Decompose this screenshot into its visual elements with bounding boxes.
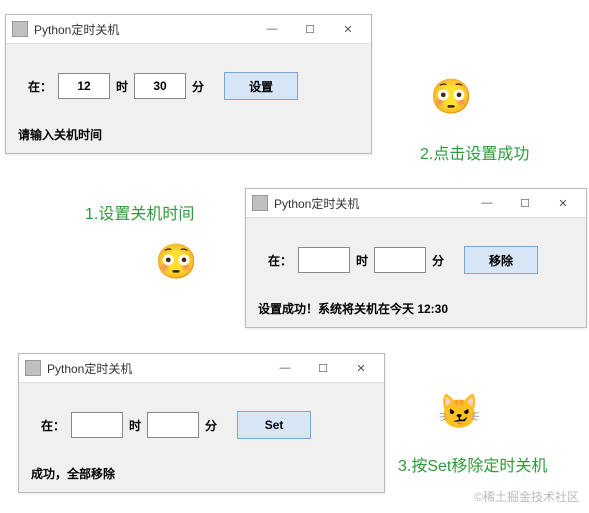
- app-icon: [25, 360, 41, 376]
- label-minute: 分: [192, 78, 204, 95]
- window-title: Python定时关机: [274, 195, 468, 212]
- label-minute: 分: [432, 252, 444, 269]
- minimize-button[interactable]: —: [253, 18, 291, 40]
- minute-input[interactable]: [147, 412, 199, 438]
- window-controls: — ☐ ✕: [266, 357, 380, 379]
- maximize-button[interactable]: ☐: [291, 18, 329, 40]
- window-controls: — ☐ ✕: [253, 18, 367, 40]
- label-minute: 分: [205, 417, 217, 434]
- hour-input[interactable]: [58, 73, 110, 99]
- time-form-row: 在： 时 分 设置: [28, 72, 355, 100]
- hour-input[interactable]: [298, 247, 350, 273]
- window-2: Python定时关机 — ☐ ✕ 在： 时 分 移除 设置成功！系统将关机在今天…: [245, 188, 587, 328]
- close-button[interactable]: ✕: [544, 192, 582, 214]
- window-body: 在： 时 分 设置 请输入关机时间: [6, 44, 371, 153]
- app-icon: [12, 21, 28, 37]
- window-1: Python定时关机 — ☐ ✕ 在： 时 分 设置 请输入关机时间: [5, 14, 372, 154]
- label-hour: 时: [129, 417, 141, 434]
- caption-3: 3.按Set移除定时关机: [398, 452, 547, 476]
- minimize-button[interactable]: —: [468, 192, 506, 214]
- time-form-row: 在： 时 分 Set: [41, 411, 368, 439]
- close-button[interactable]: ✕: [329, 18, 367, 40]
- watermark: ©稀土掘金技术社区: [474, 488, 579, 505]
- caption-1: 1.设置关机时间: [85, 200, 194, 224]
- maximize-button[interactable]: ☐: [304, 357, 342, 379]
- reaction-emoji-2: 😳: [155, 245, 197, 279]
- hour-input[interactable]: [71, 412, 123, 438]
- label-at: 在：: [41, 417, 65, 434]
- window-title: Python定时关机: [47, 360, 266, 377]
- minute-input[interactable]: [374, 247, 426, 273]
- titlebar-3: Python定时关机 — ☐ ✕: [19, 354, 384, 383]
- window-3: Python定时关机 — ☐ ✕ 在： 时 分 Set 成功，全部移除: [18, 353, 385, 493]
- window-body: 在： 时 分 Set 成功，全部移除: [19, 383, 384, 492]
- label-at: 在：: [28, 78, 52, 95]
- window-controls: — ☐ ✕: [468, 192, 582, 214]
- maximize-button[interactable]: ☐: [506, 192, 544, 214]
- reaction-emoji-1: 😳: [430, 80, 472, 114]
- status-text: 成功，全部移除: [31, 465, 368, 482]
- app-icon: [252, 195, 268, 211]
- window-body: 在： 时 分 移除 设置成功！系统将关机在今天 12:30: [246, 218, 586, 327]
- minimize-button[interactable]: —: [266, 357, 304, 379]
- remove-button[interactable]: 移除: [464, 246, 538, 274]
- window-title: Python定时关机: [34, 21, 253, 38]
- status-text: 请输入关机时间: [18, 126, 355, 143]
- titlebar-2: Python定时关机 — ☐ ✕: [246, 189, 586, 218]
- set-button[interactable]: Set: [237, 411, 311, 439]
- status-text: 设置成功！系统将关机在今天 12:30: [258, 300, 570, 317]
- titlebar-1: Python定时关机 — ☐ ✕: [6, 15, 371, 44]
- caption-2: 2.点击设置成功: [420, 140, 529, 164]
- label-at: 在：: [268, 252, 292, 269]
- set-button[interactable]: 设置: [224, 72, 298, 100]
- reaction-emoji-3: 😼: [438, 395, 480, 429]
- minute-input[interactable]: [134, 73, 186, 99]
- time-form-row: 在： 时 分 移除: [268, 246, 570, 274]
- label-hour: 时: [356, 252, 368, 269]
- label-hour: 时: [116, 78, 128, 95]
- close-button[interactable]: ✕: [342, 357, 380, 379]
